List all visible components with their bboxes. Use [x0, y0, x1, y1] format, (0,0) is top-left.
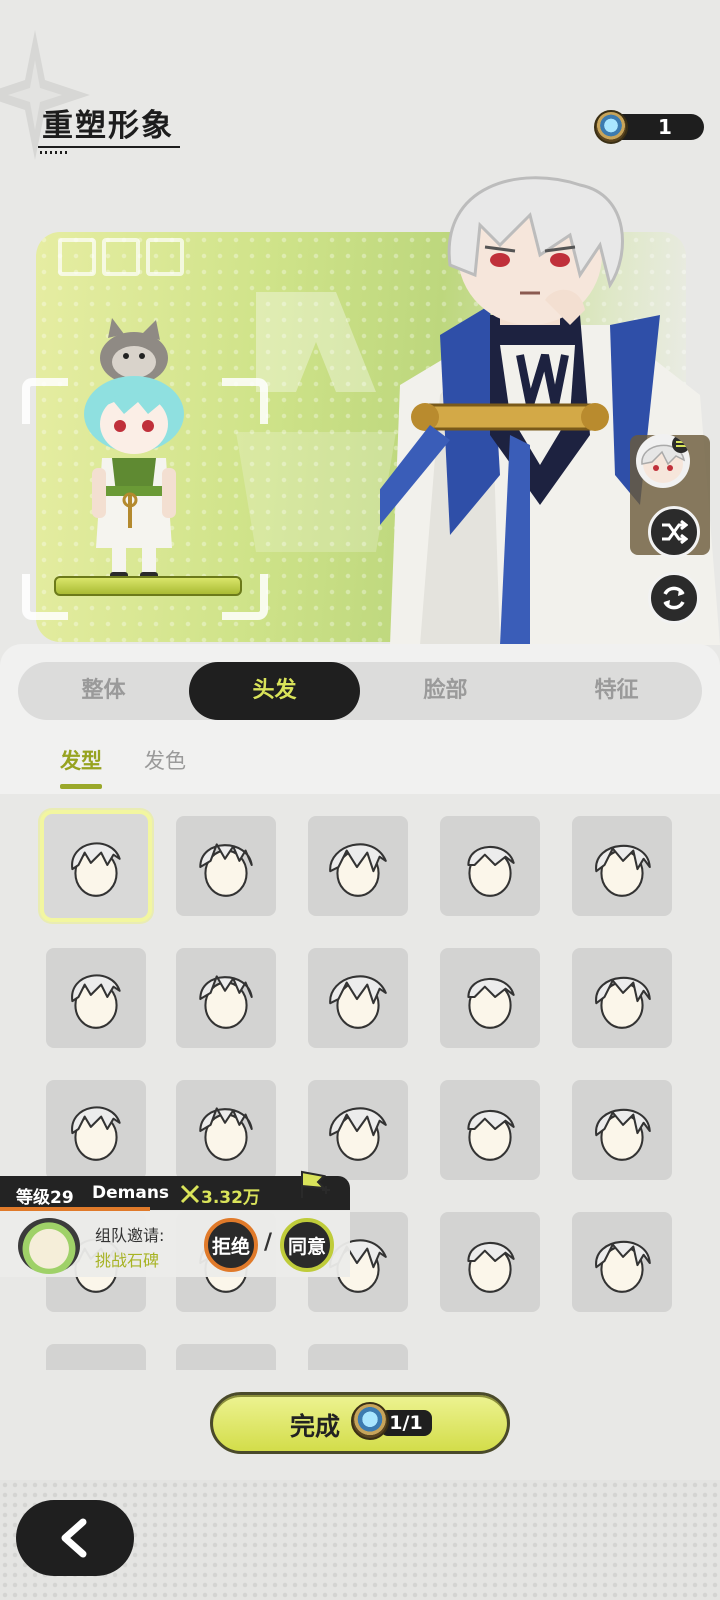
- hairstyle-icon: [595, 1108, 651, 1161]
- power-icon: [180, 1184, 200, 1204]
- hairstyle-icon: [595, 844, 651, 897]
- accept-button[interactable]: 同意: [280, 1218, 334, 1272]
- hairstyle-icon: [467, 1109, 515, 1161]
- hairstyle-option[interactable]: [440, 948, 540, 1048]
- hairstyle-grid: [0, 794, 720, 1370]
- hairstyle-icon: [322, 1358, 394, 1370]
- hairstyle-option[interactable]: [572, 1212, 672, 1312]
- refuse-button[interactable]: 拒绝: [204, 1218, 258, 1272]
- randomize-button[interactable]: [648, 506, 700, 558]
- hairstyle-option[interactable]: [308, 1344, 408, 1370]
- frame-corner-top-right: [222, 378, 268, 424]
- hairstyle-option[interactable]: [46, 1080, 146, 1180]
- player-level: 等级29: [16, 1188, 74, 1208]
- frame-corner-bottom-right: [222, 574, 268, 620]
- hairstyle-option[interactable]: [176, 816, 276, 916]
- hairstyle-icon: [71, 974, 121, 1029]
- page-title: 重塑形象: [42, 108, 174, 144]
- hairstyle-icon: [71, 1106, 121, 1161]
- hairstyle-icon: [199, 975, 253, 1029]
- hairstyle-icon: [329, 843, 387, 897]
- tab-features[interactable]: 特征: [531, 662, 702, 720]
- hairstyle-icon: [190, 1358, 262, 1370]
- category-tabs: 整体 头发 脸部 特征: [18, 662, 702, 720]
- tab-hair[interactable]: 头发: [189, 662, 360, 720]
- banner-glyphs: [58, 238, 184, 276]
- hairstyle-option[interactable]: [308, 1080, 408, 1180]
- hairstyle-option[interactable]: [46, 1344, 146, 1370]
- subtab-hair-color[interactable]: 发色: [144, 745, 186, 789]
- hairstyle-icon: [467, 1241, 515, 1293]
- hairstyle-icon: [467, 977, 515, 1029]
- character-chibi-model: [84, 318, 184, 582]
- invite-target: 挑战石碑: [95, 1251, 160, 1270]
- swap-character-icon: [641, 435, 690, 483]
- hairstyle-icon: [60, 1358, 132, 1370]
- hairstyle-icon: [199, 1107, 253, 1161]
- back-button[interactable]: [16, 1500, 134, 1576]
- hairstyle-option[interactable]: [46, 948, 146, 1048]
- invite-label: 组队邀请:: [95, 1226, 165, 1245]
- hair-subtabs: 发型 发色: [60, 745, 186, 789]
- hairstyle-option[interactable]: [308, 948, 408, 1048]
- hairstyle-option[interactable]: [572, 1080, 672, 1180]
- hairstyle-icon: [329, 1107, 387, 1161]
- subtab-hairstyle[interactable]: 发型: [60, 745, 102, 789]
- hairstyle-option[interactable]: [176, 1344, 276, 1370]
- hairstyle-option[interactable]: [440, 1080, 540, 1180]
- mirror-token-icon: [594, 110, 628, 144]
- hairstyle-icon: [329, 975, 387, 1029]
- hairstyle-icon: [595, 976, 651, 1029]
- title-underline: [38, 146, 180, 148]
- flag-icon: [301, 1170, 330, 1198]
- hairstyle-icon: [467, 845, 515, 897]
- hairstyle-option[interactable]: [440, 1212, 540, 1312]
- frame-corner-bottom-left: [22, 574, 68, 620]
- refresh-icon: [663, 586, 685, 610]
- hairstyle-icon: [71, 842, 121, 897]
- hairstyle-option[interactable]: [308, 816, 408, 916]
- hairstyle-option[interactable]: [440, 816, 540, 916]
- invite-separator: /: [264, 1230, 273, 1255]
- hairstyle-option[interactable]: [572, 948, 672, 1048]
- player-name: Demans: [92, 1183, 170, 1203]
- hairstyle-option[interactable]: [176, 948, 276, 1048]
- hairstyle-icon: [595, 1240, 651, 1293]
- screen: 重塑形象 1 整体 头发 脸部 特征 发型 发色 等级29 Demans 3.3…: [0, 0, 720, 1600]
- hairstyle-icon: [199, 843, 253, 897]
- hairstyle-option[interactable]: [176, 1080, 276, 1180]
- title-dots: [40, 151, 70, 154]
- inviter-avatar: [18, 1218, 80, 1274]
- shuffle-icon: [662, 519, 688, 545]
- currency-value: 1: [658, 115, 672, 139]
- done-label: 完成: [290, 1412, 341, 1441]
- tab-face[interactable]: 脸部: [360, 662, 531, 720]
- swap-character-button[interactable]: [636, 434, 690, 488]
- mirror-token-icon: [351, 1402, 389, 1440]
- hairstyle-option-selected[interactable]: [40, 810, 152, 922]
- player-power: 3.32万: [201, 1188, 260, 1208]
- back-arrow-icon: [61, 1518, 87, 1558]
- reset-button[interactable]: [648, 572, 700, 624]
- chibi-pedestal: [54, 576, 242, 596]
- frame-corner-top-left: [22, 378, 68, 424]
- tab-overall[interactable]: 整体: [18, 662, 189, 720]
- hairstyle-option[interactable]: [572, 816, 672, 916]
